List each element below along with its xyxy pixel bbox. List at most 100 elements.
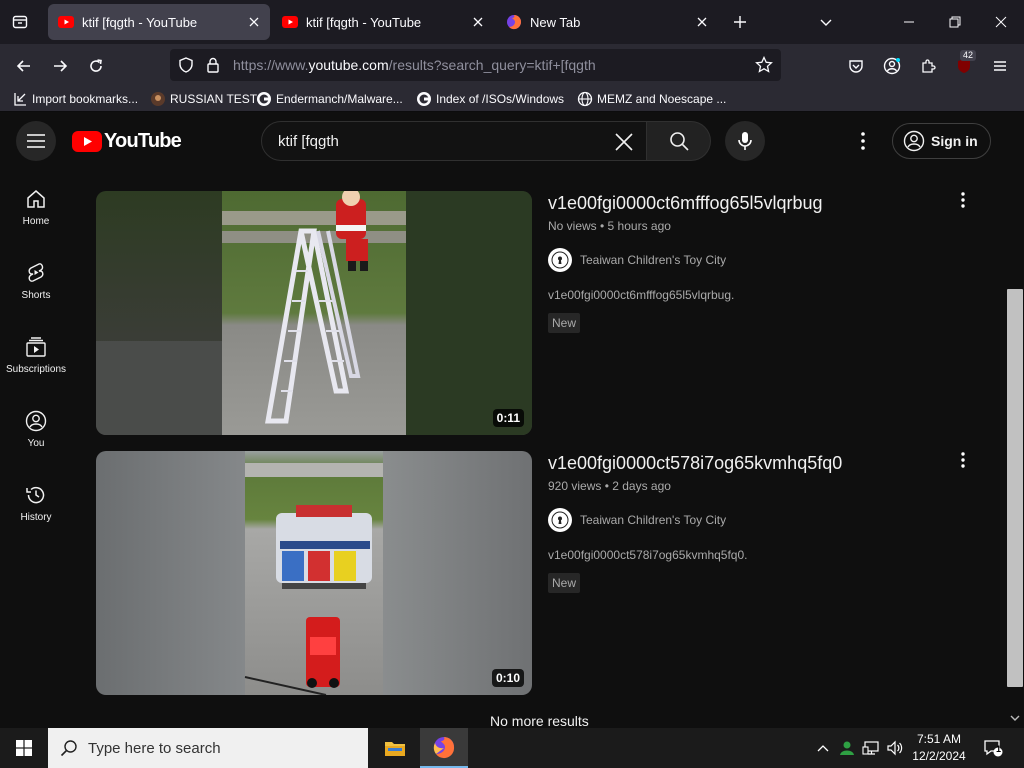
search-icon xyxy=(60,740,77,757)
video-title[interactable]: v1e00fgi0000ct6mfffog65l5vlqrbug xyxy=(548,193,823,214)
taskbar-firefox[interactable] xyxy=(420,728,468,768)
more-vert-icon xyxy=(961,452,965,468)
search-results: 0:11 v1e00fgi0000ct6mfffog65l5vlqrbug No… xyxy=(72,172,1006,728)
clear-search-button[interactable] xyxy=(608,126,640,158)
tray-app-icon[interactable] xyxy=(836,728,858,768)
forward-button[interactable] xyxy=(46,52,74,80)
video-action-menu-button[interactable] xyxy=(951,448,975,472)
browser-tab[interactable]: New Tab xyxy=(496,4,718,40)
bookmark-memz[interactable]: MEMZ and Noescape ... xyxy=(577,90,726,108)
video-description: v1e00fgi0000ct6mfffog65l5vlqrbug. xyxy=(548,288,735,302)
extensions-button[interactable] xyxy=(914,52,942,80)
user-tray-icon xyxy=(840,741,854,755)
address-bar[interactable]: https://www.youtube.com/results?search_q… xyxy=(170,49,781,81)
close-window-button[interactable] xyxy=(989,10,1013,34)
sign-in-button[interactable]: Sign in xyxy=(892,123,991,159)
video-thumbnail[interactable]: 0:10 xyxy=(96,451,532,695)
lock-icon xyxy=(207,57,219,73)
home-icon xyxy=(27,190,45,208)
start-button[interactable] xyxy=(0,728,48,768)
guide-menu-button[interactable] xyxy=(16,121,56,161)
page-scrollbar[interactable] xyxy=(1006,172,1024,728)
video-metadata: No views • 5 hours ago xyxy=(548,219,671,233)
subscriptions-icon xyxy=(26,337,46,357)
video-duration: 0:11 xyxy=(492,409,524,427)
browser-tab[interactable]: ktif [fqgth - YouTube xyxy=(272,4,494,40)
close-tab-icon[interactable] xyxy=(466,10,490,34)
browser-tab-active[interactable]: ktif [fqgth - YouTube xyxy=(48,4,270,40)
more-vert-icon xyxy=(861,132,865,150)
github-icon xyxy=(257,92,271,106)
network-button[interactable] xyxy=(860,728,882,768)
windows-taskbar: Type here to search 7:51 AM 12/2/2024 1 xyxy=(0,728,1024,768)
taskbar-clock[interactable]: 7:51 AM 12/2/2024 xyxy=(906,731,972,765)
account-button[interactable] xyxy=(878,52,906,80)
back-button[interactable] xyxy=(10,52,38,80)
bookmark-endermanch[interactable]: Endermanch/Malware... xyxy=(256,90,403,108)
restore-button[interactable] xyxy=(943,10,967,34)
firefox-view-button[interactable] xyxy=(8,10,32,34)
globe-icon xyxy=(577,91,593,107)
history-icon xyxy=(26,486,45,504)
taskbar-search-box[interactable]: Type here to search xyxy=(48,728,368,768)
bookmark-import[interactable]: Import bookmarks... xyxy=(12,90,138,108)
close-tab-icon[interactable] xyxy=(690,10,714,34)
search-input[interactable]: ktif [fqgth xyxy=(261,121,647,161)
bookmarks-toolbar: Import bookmarks... RUSSIAN TEST Enderma… xyxy=(0,86,1024,112)
guide-item-subscriptions[interactable]: Subscriptions xyxy=(0,320,72,390)
chevron-up-icon xyxy=(817,745,829,752)
clock-date: 12/2/2024 xyxy=(912,749,966,763)
close-tab-icon[interactable] xyxy=(242,10,266,34)
youtube-play-logo-icon xyxy=(72,131,102,152)
network-icon xyxy=(862,741,879,755)
guide-item-shorts[interactable]: Shorts xyxy=(0,246,72,316)
reload-button[interactable] xyxy=(82,52,110,80)
pocket-button[interactable] xyxy=(842,52,870,80)
video-thumbnail[interactable]: 0:11 xyxy=(96,191,532,435)
bookmark-label: Endermanch/Malware... xyxy=(276,92,403,106)
video-action-menu-button[interactable] xyxy=(951,188,975,212)
hamburger-menu-icon xyxy=(27,134,45,148)
youtube-logo[interactable]: YouTube xyxy=(72,130,182,153)
chevron-down-icon xyxy=(820,19,832,26)
logo-wordmark: YouTube xyxy=(104,130,182,152)
scroll-down-arrow-icon[interactable] xyxy=(1010,713,1020,723)
more-vert-icon xyxy=(961,192,965,208)
guide-item-home[interactable]: Home xyxy=(0,172,72,242)
taskbar-file-explorer[interactable] xyxy=(371,728,419,768)
channel-link[interactable]: Teaiwan Children's Toy City xyxy=(548,508,726,532)
guide-label: Home xyxy=(22,216,50,227)
speaker-icon xyxy=(887,740,903,756)
settings-menu-button[interactable] xyxy=(851,129,875,153)
minimize-button[interactable] xyxy=(897,10,921,34)
show-hidden-icons-button[interactable] xyxy=(813,728,833,768)
bookmark-label: Index of /ISOs/Windows xyxy=(436,92,565,106)
bookmark-russian-test[interactable]: RUSSIAN TEST xyxy=(150,90,257,108)
guide-item-you[interactable]: You xyxy=(0,394,72,464)
new-tab-button[interactable] xyxy=(728,10,752,34)
guide-label: History xyxy=(20,512,52,523)
notification-center-button[interactable]: 1 xyxy=(978,728,1008,768)
close-icon xyxy=(615,133,633,151)
scrollbar-thumb[interactable] xyxy=(1007,289,1023,687)
list-all-tabs-button[interactable] xyxy=(814,10,838,34)
sign-in-label: Sign in xyxy=(931,133,978,149)
volume-button[interactable] xyxy=(884,728,906,768)
bookmark-index-isos[interactable]: Index of /ISOs/Windows xyxy=(416,90,564,108)
account-circle-icon xyxy=(903,130,925,152)
app-menu-button[interactable] xyxy=(986,52,1014,80)
keyhole-avatar-icon xyxy=(551,251,569,269)
guide-item-history[interactable]: History xyxy=(0,468,72,538)
youtube-favicon-icon xyxy=(58,14,74,30)
guide-label: Subscriptions xyxy=(5,364,67,375)
channel-link[interactable]: Teaiwan Children's Toy City xyxy=(548,248,726,272)
search-button[interactable] xyxy=(647,121,711,161)
mini-guide: Home Shorts Subscriptions You History xyxy=(0,172,72,728)
voice-search-button[interactable] xyxy=(725,121,765,161)
reload-icon xyxy=(90,59,102,72)
tab-title: ktif [fqgth - YouTube xyxy=(306,14,422,30)
video-title[interactable]: v1e00fgi0000ct578i7og65kvmhq5fq0 xyxy=(548,453,842,474)
no-more-results-message: No more results xyxy=(490,713,589,728)
channel-avatar xyxy=(548,508,572,532)
thumbnail-image-fire-station-toy xyxy=(96,451,532,695)
